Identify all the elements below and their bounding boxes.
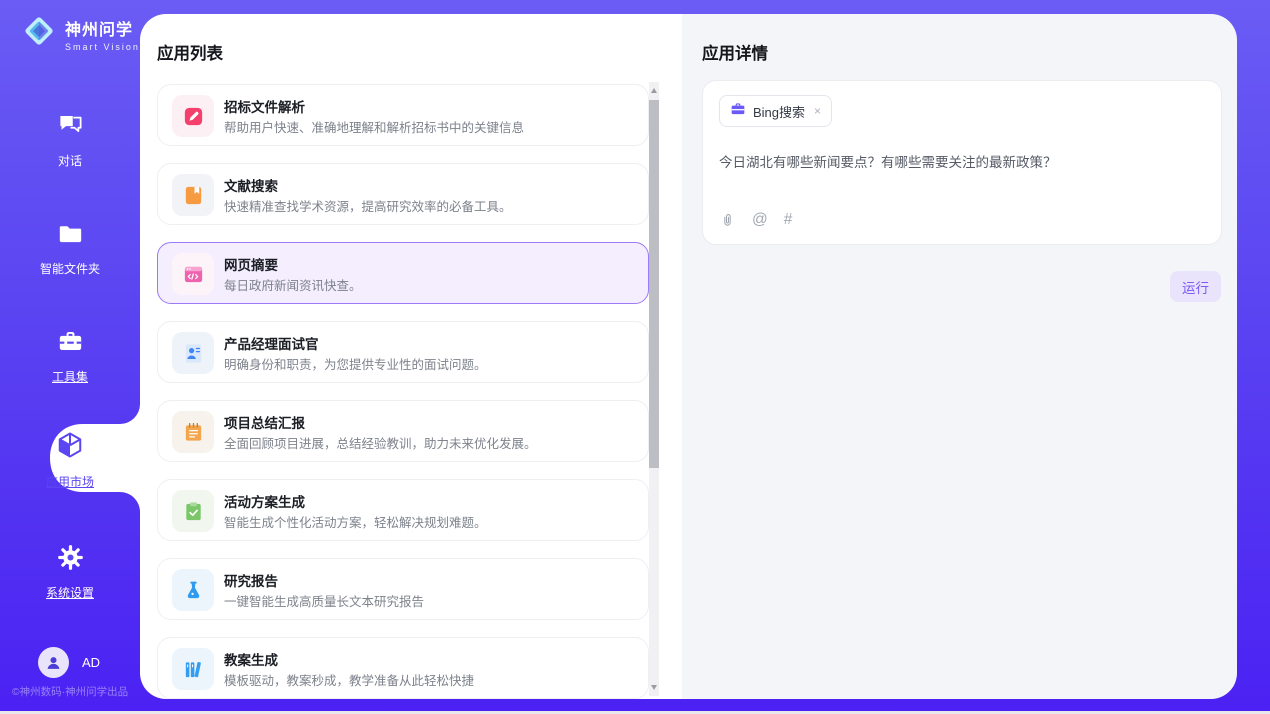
- app-list: 招标文件解析 帮助用户快速、准确地理解和解析招标书中的关键信息 文献搜索 快速精…: [157, 84, 649, 699]
- app-detail-panel: 应用详情 Bing搜索 × 今日湖北有哪些新闻要点？有哪些需要关注的最新政策？: [682, 14, 1237, 699]
- sidebar-item-label: 系统设置: [46, 584, 94, 601]
- query-text[interactable]: 今日湖北有哪些新闻要点？有哪些需要关注的最新政策？: [719, 151, 1209, 171]
- app-list-title: 应用列表: [157, 40, 223, 64]
- sidebar: 神州问学 Smart Vision 对话 智能文件夹: [0, 0, 140, 714]
- prompt-input-card[interactable]: Bing搜索 × 今日湖北有哪些新闻要点？有哪些需要关注的最新政策？ @ #: [702, 80, 1222, 245]
- app-title: 文献搜索: [224, 175, 278, 195]
- app-desc: 快速精准查找学术资源，提高研究效率的必备工具。: [224, 196, 512, 215]
- sidebar-item-toolset[interactable]: 工具集: [0, 328, 140, 385]
- interview-icon: [172, 332, 214, 374]
- books-icon: [172, 648, 214, 690]
- sidebar-item-label: 对话: [58, 152, 82, 169]
- app-desc: 智能生成个性化活动方案，轻松解决规划难题。: [224, 512, 487, 531]
- app-detail-title: 应用详情: [702, 40, 768, 64]
- logo-title: 神州问学: [65, 16, 140, 40]
- app-card-research-report[interactable]: 研究报告 一键智能生成高质量长文本研究报告: [157, 558, 649, 620]
- tool-tag-close-icon[interactable]: ×: [812, 104, 821, 118]
- app-card-literature-search[interactable]: 文献搜索 快速精准查找学术资源，提高研究效率的必备工具。: [157, 163, 649, 225]
- paperclip-icon[interactable]: [719, 212, 736, 229]
- run-button[interactable]: 运行: [1170, 271, 1221, 302]
- book-icon: [172, 174, 214, 216]
- gear-icon: [57, 544, 84, 576]
- scrollbar-thumb[interactable]: [649, 100, 659, 468]
- app-card-project-summary[interactable]: 项目总结汇报 全面回顾项目进展，总结经验教训，助力未来优化发展。: [157, 400, 649, 462]
- cube-icon: [55, 430, 85, 465]
- sidebar-item-app-market[interactable]: 应用市场: [14, 430, 126, 490]
- user-account[interactable]: AD: [38, 647, 100, 678]
- clipboard-icon: [172, 490, 214, 532]
- chat-icon: [57, 112, 84, 144]
- app-title: 网页摘要: [224, 254, 278, 274]
- memo-icon: [172, 411, 214, 453]
- hash-icon[interactable]: #: [784, 211, 793, 229]
- app-title: 产品经理面试官: [224, 333, 319, 353]
- at-icon[interactable]: @: [752, 211, 768, 229]
- research-icon: [172, 569, 214, 611]
- app-card-pm-interviewer[interactable]: 产品经理面试官 明确身份和职责，为您提供专业性的面试问题。: [157, 321, 649, 383]
- web-icon: [172, 253, 214, 295]
- logo-diamond-icon: [20, 12, 58, 55]
- main-content: 应用列表 招标文件解析 帮助用户快速、准确地理解和解析招标书中的关键信息: [140, 14, 1237, 699]
- user-name: AD: [82, 655, 100, 670]
- logo-subtitle: Smart Vision: [65, 42, 140, 52]
- scrollbar-down-arrow[interactable]: [651, 685, 657, 690]
- logo: 神州问学 Smart Vision: [20, 12, 140, 55]
- app-card-bid-document-analysis[interactable]: 招标文件解析 帮助用户快速、准确地理解和解析招标书中的关键信息: [157, 84, 649, 146]
- briefcase-icon: [730, 101, 746, 122]
- app-desc: 全面回顾项目进展，总结经验教训，助力未来优化发展。: [224, 433, 537, 452]
- tool-tag-label: Bing搜索: [753, 102, 805, 121]
- app-title: 教案生成: [224, 649, 278, 669]
- app-card-event-plan[interactable]: 活动方案生成 智能生成个性化活动方案，轻松解决规划难题。: [157, 479, 649, 541]
- scrollbar-up-arrow[interactable]: [651, 88, 657, 93]
- sidebar-item-chat[interactable]: 对话: [0, 112, 140, 169]
- attachment-toolbar: @ #: [719, 211, 792, 229]
- sidebar-item-smart-folders[interactable]: 智能文件夹: [0, 220, 140, 277]
- sidebar-item-label: 应用市场: [46, 473, 94, 490]
- sidebar-item-label: 智能文件夹: [40, 260, 100, 277]
- app-desc: 一键智能生成高质量长文本研究报告: [224, 591, 424, 610]
- app-desc: 明确身份和职责，为您提供专业性的面试问题。: [224, 354, 487, 373]
- sidebar-item-settings[interactable]: 系统设置: [0, 544, 140, 601]
- toolbox-icon: [57, 328, 84, 360]
- app-desc: 帮助用户快速、准确地理解和解析招标书中的关键信息: [224, 117, 524, 136]
- app-title: 研究报告: [224, 570, 278, 590]
- tool-tag-bing-search[interactable]: Bing搜索 ×: [719, 95, 832, 127]
- app-desc: 每日政府新闻资讯快查。: [224, 275, 362, 294]
- app-title: 活动方案生成: [224, 491, 305, 511]
- edit-icon: [172, 95, 214, 137]
- sidebar-item-label: 工具集: [52, 368, 88, 385]
- copyright-footer: ©神州数码·神州问学出品: [0, 684, 140, 699]
- scrollbar[interactable]: [649, 82, 659, 696]
- avatar: [38, 647, 69, 678]
- app-list-panel: 应用列表 招标文件解析 帮助用户快速、准确地理解和解析招标书中的关键信息: [140, 14, 682, 699]
- app-title: 项目总结汇报: [224, 412, 305, 432]
- app-card-lesson-plan[interactable]: 教案生成 模板驱动，教案秒成，教学准备从此轻松快捷: [157, 637, 649, 699]
- app-desc: 模板驱动，教案秒成，教学准备从此轻松快捷: [224, 670, 474, 689]
- app-title: 招标文件解析: [224, 96, 305, 116]
- app-card-web-summary[interactable]: 网页摘要 每日政府新闻资讯快查。: [157, 242, 649, 304]
- folder-icon: [57, 220, 84, 252]
